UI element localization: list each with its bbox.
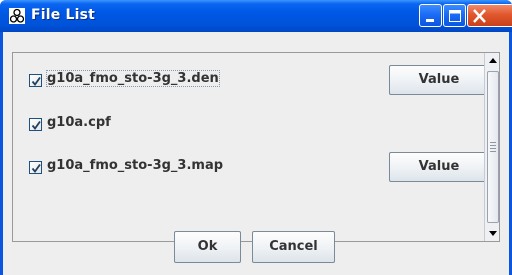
- file-name: g10a_fmo_sto-3g_3.den: [46, 70, 220, 87]
- checkmark-icon: [31, 120, 41, 130]
- file-checkbox[interactable]: [29, 74, 42, 87]
- close-button[interactable]: [467, 4, 512, 27]
- list-item: g10a_fmo_sto-3g_3.den Value: [13, 61, 489, 101]
- molecule-icon: [9, 8, 25, 24]
- value-button[interactable]: Value: [389, 152, 489, 182]
- ok-button[interactable]: Ok: [174, 231, 241, 263]
- dialog-content: g10a_fmo_sto-3g_3.den Value g10a.cpf g10: [3, 32, 509, 275]
- title-bar[interactable]: File List: [0, 0, 512, 32]
- scroll-up-button[interactable]: [485, 53, 499, 69]
- file-checkbox[interactable]: [29, 161, 42, 174]
- checkmark-icon: [31, 76, 41, 86]
- cancel-button[interactable]: Cancel: [252, 231, 335, 263]
- file-checkbox[interactable]: [29, 118, 42, 131]
- value-button[interactable]: Value: [389, 65, 489, 95]
- arrow-up-icon: [489, 58, 497, 63]
- vertical-scrollbar[interactable]: [484, 53, 499, 241]
- window-title: File List: [31, 7, 96, 23]
- list-item: g10a.cpf: [13, 105, 483, 145]
- close-icon: [473, 9, 486, 23]
- file-name: g10a.cpf: [47, 115, 111, 130]
- maximize-button[interactable]: [443, 4, 466, 27]
- maximize-icon: [449, 10, 461, 22]
- file-list-window: File List g10a_fmo_sto-3g_3.den Value g1…: [0, 0, 512, 275]
- scrollbar-thumb[interactable]: [487, 71, 499, 223]
- arrow-down-icon: [489, 231, 497, 236]
- minimize-icon: [426, 19, 434, 22]
- minimize-button[interactable]: [419, 4, 442, 27]
- file-list-panel: g10a_fmo_sto-3g_3.den Value g10a.cpf g10: [12, 52, 500, 242]
- checkmark-icon: [31, 163, 41, 173]
- list-item: g10a_fmo_sto-3g_3.map Value: [13, 148, 489, 188]
- file-name: g10a_fmo_sto-3g_3.map: [47, 158, 224, 173]
- scroll-down-button[interactable]: [485, 225, 499, 241]
